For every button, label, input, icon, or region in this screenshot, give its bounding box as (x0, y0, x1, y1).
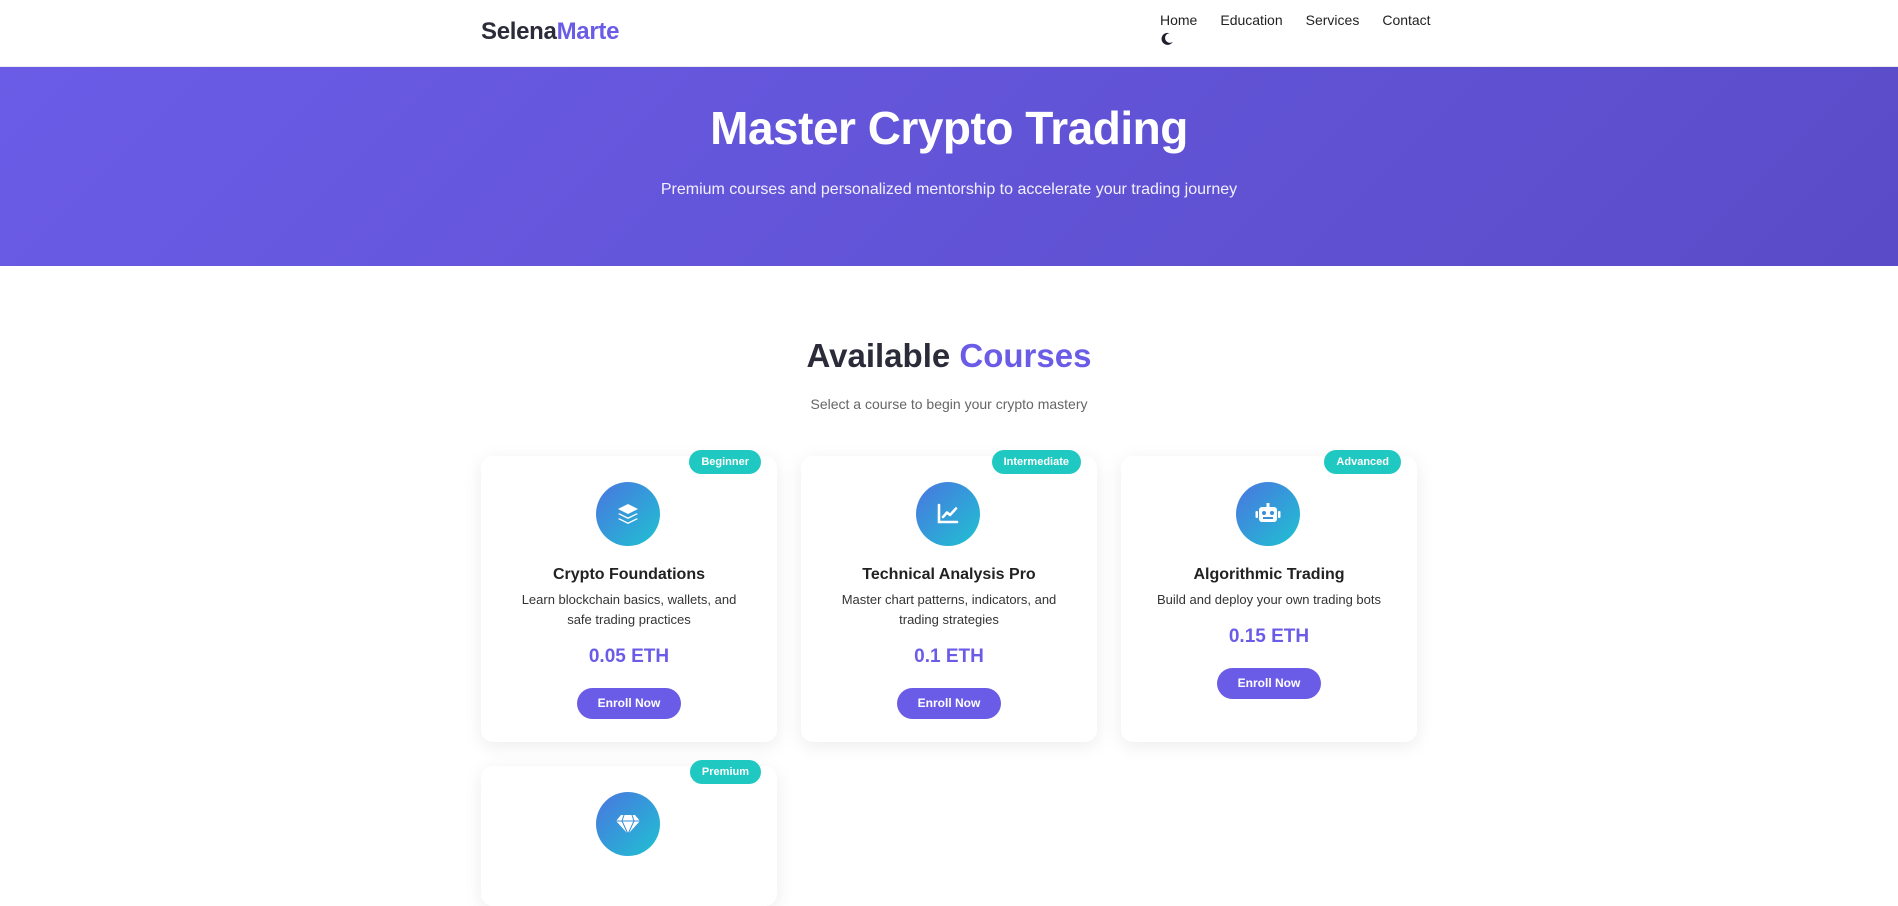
course-description: Learn blockchain basics, wallets, and sa… (521, 592, 737, 627)
enroll-button[interactable]: Enroll Now (1217, 668, 1321, 699)
nav-contact[interactable]: Contact (1382, 12, 1430, 28)
site-header: SelenaMarte Home Education Services Cont… (0, 0, 1898, 67)
course-description: Master chart patterns, indicators, and t… (841, 592, 1057, 627)
course-title: Algorithmic Trading (1193, 566, 1345, 583)
course-card-algorithmic-trading: Advanced Algorithmic Trading Build and d… (1121, 450, 1417, 742)
gem-icon (596, 792, 660, 856)
nav-home[interactable]: Home (1160, 12, 1197, 28)
level-badge: Beginner (689, 450, 761, 474)
section-subtitle: Select a course to begin your crypto mas… (810, 396, 1088, 412)
course-title: Technical Analysis Pro (862, 566, 1036, 583)
nav-education[interactable]: Education (1220, 12, 1282, 28)
level-badge: Premium (689, 760, 761, 784)
course-price: 0.15 ETH (1228, 626, 1310, 647)
enroll-button[interactable]: Enroll Now (577, 688, 681, 719)
robot-icon (1236, 482, 1300, 546)
nav-services[interactable]: Services (1306, 12, 1360, 28)
hero-title: Master Crypto Trading (710, 102, 1188, 154)
main-nav: Home Education Services Contact (1160, 12, 1431, 28)
course-title: Crypto Foundations (553, 566, 705, 583)
moon-icon[interactable] (1160, 32, 1174, 46)
section-title-main: Available (806, 337, 960, 374)
brand-logo[interactable]: SelenaMarte (481, 18, 619, 46)
brand-first: Selena (481, 18, 557, 45)
course-price: 0.05 ETH (588, 646, 670, 667)
level-badge: Advanced (1324, 450, 1401, 474)
section-title: Available Courses (0, 337, 1898, 375)
hero-banner: Master Crypto Trading Premium courses an… (0, 67, 1898, 266)
course-card-crypto-foundations: Beginner Crypto Foundations Learn blockc… (481, 450, 777, 742)
level-badge: Intermediate (991, 450, 1081, 474)
section-title-accent: Courses (959, 337, 1092, 374)
hero-subtitle: Premium courses and personalized mentors… (660, 181, 1238, 198)
chart-line-icon (916, 482, 980, 546)
course-price: 0.1 ETH (914, 646, 984, 667)
brand-second: Marte (556, 18, 620, 45)
enroll-button[interactable]: Enroll Now (897, 688, 1001, 719)
course-card-technical-analysis: Intermediate Technical Analysis Pro Mast… (801, 450, 1097, 742)
course-card-premium: Premium (481, 760, 777, 906)
course-description: Build and deploy your own trading bots (1156, 592, 1382, 607)
layers-icon (596, 482, 660, 546)
